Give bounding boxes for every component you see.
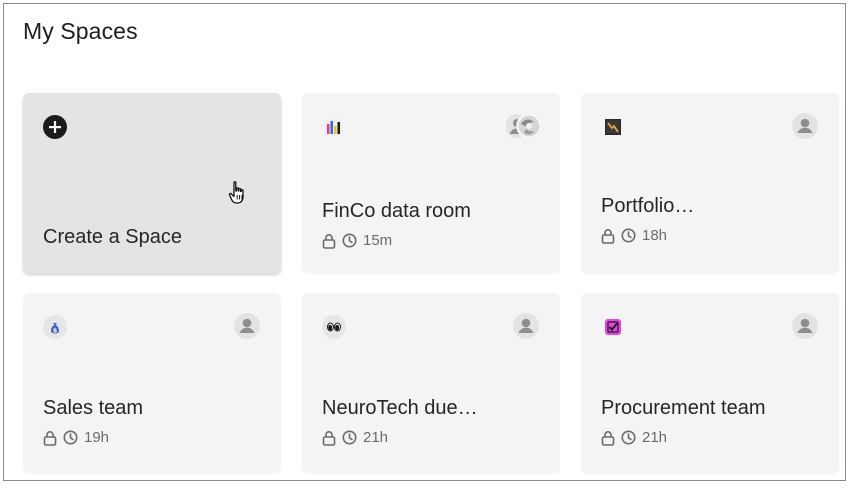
my-spaces-panel: My Spaces Create a Space FinCo data room… — [3, 3, 846, 481]
lock-icon — [322, 430, 336, 446]
clock-icon — [621, 430, 636, 445]
bar-chart-emoji-icon — [322, 115, 346, 139]
space-name: Portfolio… — [601, 195, 695, 217]
last-updated-time: 15m — [363, 232, 393, 249]
space-card-sales-team[interactable]: $ Sales team 19h — [23, 293, 281, 473]
user-avatar-icon — [792, 113, 818, 139]
last-updated-time: 18h — [642, 227, 668, 244]
user-avatar-icon — [234, 313, 260, 339]
space-meta: 15m — [322, 232, 392, 249]
svg-text:$: $ — [53, 326, 58, 334]
user-avatar-icon — [792, 313, 818, 339]
space-meta: 18h — [601, 227, 667, 244]
clock-icon — [621, 228, 636, 243]
lock-icon — [322, 233, 336, 249]
space-card-procurement-team[interactable]: Procurement team 21h — [581, 293, 839, 473]
clock-icon — [63, 430, 78, 445]
clock-icon — [342, 430, 357, 445]
last-updated-time: 21h — [642, 429, 668, 446]
shared-avatars-icon — [506, 113, 542, 139]
page-title: My Spaces — [23, 18, 138, 44]
space-name: Sales team — [43, 397, 144, 419]
space-meta: 21h — [601, 429, 667, 446]
create-space-label: Create a Space — [43, 226, 182, 248]
space-name: Procurement team — [601, 397, 766, 419]
space-name: NeuroTech due… — [322, 397, 478, 419]
clock-icon — [342, 233, 357, 248]
user-avatar-icon — [513, 313, 539, 339]
space-card-finco[interactable]: FinCo data room 15m — [302, 93, 560, 273]
space-card-portfolio[interactable]: Portfolio… 18h — [581, 93, 839, 273]
space-meta: 21h — [322, 429, 388, 446]
plus-circle-icon — [43, 115, 67, 139]
space-name: FinCo data room — [322, 200, 471, 222]
last-updated-time: 21h — [363, 429, 389, 446]
money-bag-emoji-icon: $ — [43, 315, 67, 339]
eyes-emoji-icon — [322, 315, 346, 339]
checkbox-emoji-icon — [601, 315, 625, 339]
lock-icon — [43, 430, 57, 446]
chart-down-emoji-icon — [601, 115, 625, 139]
last-updated-time: 19h — [84, 429, 110, 446]
lock-icon — [601, 228, 615, 244]
space-card-neurotech[interactable]: NeuroTech due… 21h — [302, 293, 560, 473]
space-meta: 19h — [43, 429, 109, 446]
hand-cursor-icon — [228, 180, 252, 206]
lock-icon — [601, 430, 615, 446]
